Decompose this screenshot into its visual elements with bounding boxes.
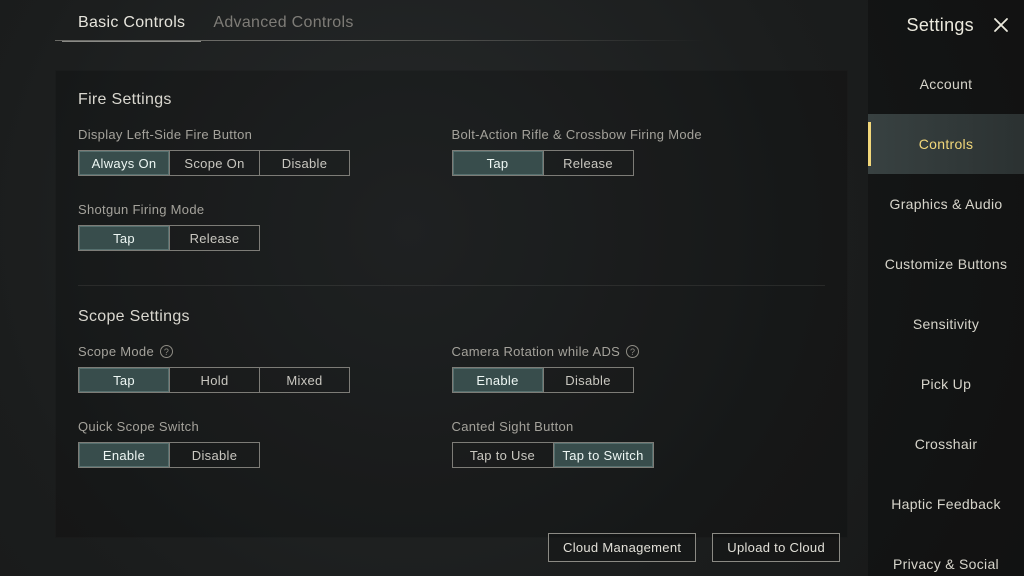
sidebar-item-controls[interactable]: Controls xyxy=(868,114,1024,174)
seg-camera-ads: Enable Disable xyxy=(452,367,634,393)
opt-scope-mixed[interactable]: Mixed xyxy=(259,368,349,392)
opt-bolt-release[interactable]: Release xyxy=(543,151,633,175)
section-title-fire: Fire Settings xyxy=(78,91,825,109)
label-scope-mode: Scope Mode ? xyxy=(78,344,452,359)
section-title-scope: Scope Settings xyxy=(78,308,825,326)
cloud-management-button[interactable]: Cloud Management xyxy=(548,533,696,562)
group-camera-ads: Camera Rotation while ADS ? Enable Disab… xyxy=(452,344,826,393)
scope-row-1: Scope Mode ? Tap Hold Mixed Camera Rot xyxy=(78,344,825,419)
label-shotgun: Shotgun Firing Mode xyxy=(78,202,452,217)
opt-camera-disable[interactable]: Disable xyxy=(543,368,633,392)
tab-advanced-controls[interactable]: Advanced Controls xyxy=(213,14,353,32)
label-camera-ads-text: Camera Rotation while ADS xyxy=(452,344,621,359)
opt-scope-tap[interactable]: Tap xyxy=(79,368,169,392)
tab-bar: Basic Controls Advanced Controls xyxy=(0,0,868,42)
label-scope-mode-text: Scope Mode xyxy=(78,344,154,359)
opt-canted-switch[interactable]: Tap to Switch xyxy=(553,443,653,467)
group-bolt: Bolt-Action Rifle & Crossbow Firing Mode… xyxy=(452,127,826,176)
opt-left-fire-always-on[interactable]: Always On xyxy=(79,151,169,175)
seg-bolt: Tap Release xyxy=(452,150,634,176)
label-camera-ads: Camera Rotation while ADS ? xyxy=(452,344,826,359)
sidebar-item-haptic-feedback[interactable]: Haptic Feedback xyxy=(868,474,1024,534)
tab-basic-controls[interactable]: Basic Controls xyxy=(78,14,185,32)
group-shotgun: Shotgun Firing Mode Tap Release xyxy=(78,202,452,251)
sidebar: Settings Account Controls Graphics & Aud… xyxy=(868,0,1024,576)
footer-actions: Cloud Management Upload to Cloud xyxy=(548,533,840,562)
fire-row-2: Shotgun Firing Mode Tap Release xyxy=(78,202,825,277)
section-divider xyxy=(78,285,825,286)
label-quick-scope: Quick Scope Switch xyxy=(78,419,452,434)
opt-quick-disable[interactable]: Disable xyxy=(169,443,259,467)
opt-camera-enable[interactable]: Enable xyxy=(453,368,543,392)
seg-left-fire: Always On Scope On Disable xyxy=(78,150,350,176)
sidebar-items: Account Controls Graphics & Audio Custom… xyxy=(868,54,1024,576)
main-panel: Basic Controls Advanced Controls Fire Se… xyxy=(0,0,868,576)
scope-row-2: Quick Scope Switch Enable Disable Canted… xyxy=(78,419,825,474)
sidebar-item-account[interactable]: Account xyxy=(868,54,1024,114)
seg-quick-scope: Enable Disable xyxy=(78,442,260,468)
controls-panel: Fire Settings Display Left-Side Fire But… xyxy=(55,70,848,538)
settings-screen: Basic Controls Advanced Controls Fire Se… xyxy=(0,0,1024,576)
group-quick-scope: Quick Scope Switch Enable Disable xyxy=(78,419,452,468)
opt-left-fire-disable[interactable]: Disable xyxy=(259,151,349,175)
opt-left-fire-scope-on[interactable]: Scope On xyxy=(169,151,259,175)
help-icon[interactable]: ? xyxy=(160,345,173,358)
sidebar-item-pick-up[interactable]: Pick Up xyxy=(868,354,1024,414)
seg-scope-mode: Tap Hold Mixed xyxy=(78,367,350,393)
sidebar-item-sensitivity[interactable]: Sensitivity xyxy=(868,294,1024,354)
sidebar-item-privacy-social[interactable]: Privacy & Social xyxy=(868,534,1024,576)
label-canted: Canted Sight Button xyxy=(452,419,826,434)
group-left-fire: Display Left-Side Fire Button Always On … xyxy=(78,127,452,176)
help-icon[interactable]: ? xyxy=(626,345,639,358)
page-title: Settings xyxy=(907,15,974,36)
close-icon xyxy=(992,16,1010,34)
close-button[interactable] xyxy=(990,14,1012,36)
seg-canted: Tap to Use Tap to Switch xyxy=(452,442,654,468)
opt-quick-enable[interactable]: Enable xyxy=(79,443,169,467)
opt-shotgun-release[interactable]: Release xyxy=(169,226,259,250)
seg-shotgun: Tap Release xyxy=(78,225,260,251)
opt-scope-hold[interactable]: Hold xyxy=(169,368,259,392)
fire-row-1: Display Left-Side Fire Button Always On … xyxy=(78,127,825,202)
label-bolt: Bolt-Action Rifle & Crossbow Firing Mode xyxy=(452,127,826,142)
opt-bolt-tap[interactable]: Tap xyxy=(453,151,543,175)
opt-canted-use[interactable]: Tap to Use xyxy=(453,443,553,467)
upload-to-cloud-button[interactable]: Upload to Cloud xyxy=(712,533,840,562)
sidebar-item-customize-buttons[interactable]: Customize Buttons xyxy=(868,234,1024,294)
opt-shotgun-tap[interactable]: Tap xyxy=(79,226,169,250)
tab-underline xyxy=(55,40,868,41)
sidebar-header: Settings xyxy=(868,0,1024,54)
group-scope-mode: Scope Mode ? Tap Hold Mixed xyxy=(78,344,452,393)
label-left-fire: Display Left-Side Fire Button xyxy=(78,127,452,142)
sidebar-item-crosshair[interactable]: Crosshair xyxy=(868,414,1024,474)
group-canted: Canted Sight Button Tap to Use Tap to Sw… xyxy=(452,419,826,468)
sidebar-item-graphics-audio[interactable]: Graphics & Audio xyxy=(868,174,1024,234)
